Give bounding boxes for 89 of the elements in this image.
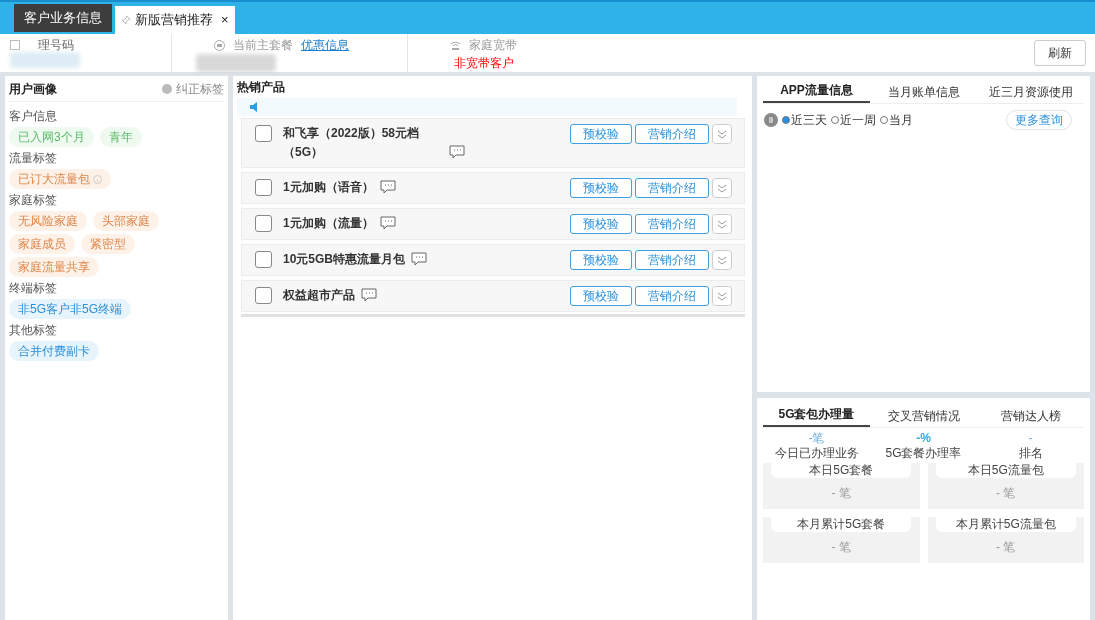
product-name: 1元加购（流量） — [283, 215, 374, 232]
product-name: 权益超市产品 — [283, 287, 355, 304]
radio-option[interactable]: 近三天 — [782, 111, 827, 129]
radio-button[interactable] — [782, 116, 790, 124]
product-name: 1元加购（语音） — [283, 179, 374, 196]
checkbox[interactable] — [255, 251, 272, 268]
group-label: 客户信息 — [9, 108, 58, 125]
intro-button[interactable]: 营销介绍 — [635, 124, 709, 144]
card-value: - 笔 — [831, 485, 851, 502]
expand-icon — [712, 124, 732, 144]
broadband-status: 非宽带客户 — [454, 55, 515, 72]
field-label: 当前主套餐 — [233, 37, 293, 54]
checkbox[interactable] — [255, 287, 272, 304]
stat-label: 今日已办理业务 — [774, 446, 859, 461]
tag: 合并付费副卡 — [9, 341, 99, 361]
expand-icon — [712, 250, 732, 270]
stat-label: 5G套餐办理率 — [885, 446, 962, 461]
card-title: 本月累计5G套餐 — [771, 517, 912, 532]
refresh-button[interactable]: 刷新 — [1034, 40, 1086, 66]
tag: 无风险家庭 — [9, 211, 87, 231]
card-title: 本日5G套餐 — [771, 463, 912, 478]
field-label: 家庭宽带 — [469, 37, 517, 54]
precheck-button[interactable]: 预校验 — [570, 250, 632, 270]
intro-button[interactable]: 营销介绍 — [635, 178, 709, 198]
tab[interactable]: 新版营销推荐 × — [115, 6, 235, 34]
comment-icon — [411, 252, 428, 265]
tag: 家庭成员 — [9, 234, 75, 254]
tag: 家庭流量共享 — [9, 257, 99, 277]
comment-icon — [379, 180, 396, 193]
tag: 已订大流量包 — [9, 169, 111, 189]
checkbox[interactable] — [255, 215, 272, 232]
radio-button[interactable] — [880, 116, 888, 124]
panel-title: 热销产品 — [236, 79, 286, 96]
panel-tab[interactable]: 当月账单信息 — [870, 83, 977, 103]
precheck-button[interactable]: 预校验 — [570, 214, 632, 234]
panel-tab[interactable]: 近三月资源使用 — [977, 83, 1084, 103]
pin-icon — [121, 15, 131, 25]
radio-option[interactable]: 近一周 — [831, 111, 876, 129]
panel-tab[interactable]: 5G套包办理量 — [763, 405, 870, 427]
intro-button[interactable]: 营销介绍 — [635, 250, 709, 270]
plan-icon — [214, 39, 225, 51]
panel-title: 用户画像 — [9, 80, 57, 98]
checkbox[interactable] — [255, 179, 272, 196]
stat-value: -% — [916, 431, 931, 446]
panel-tab[interactable]: 营销达人榜 — [977, 407, 1084, 427]
checkbox[interactable] — [255, 125, 272, 142]
card-title: 本月累计5G流量包 — [935, 517, 1076, 532]
radio-option[interactable]: 当月 — [880, 111, 913, 129]
card-title: 本日5G流量包 — [935, 463, 1076, 478]
precheck-button[interactable]: 预校验 — [570, 178, 632, 198]
wifi-icon — [450, 39, 461, 51]
card-value: - 笔 — [996, 485, 1016, 502]
card-value: - 笔 — [996, 539, 1016, 556]
expand-icon — [712, 214, 732, 234]
tag: 紧密型 — [81, 234, 135, 254]
comment-icon — [361, 288, 377, 301]
precheck-button[interactable]: 预校验 — [570, 286, 632, 306]
pause-icon — [764, 113, 778, 127]
comment-icon — [449, 145, 465, 158]
product-name: 和飞享（2022版）58元档（5G） — [283, 125, 421, 161]
tag: 青年 — [99, 127, 142, 147]
stat-value: -笔 — [808, 431, 825, 446]
intro-button[interactable]: 营销介绍 — [635, 286, 709, 306]
group-label: 家庭标签 — [9, 192, 58, 209]
group-label: 其他标签 — [9, 322, 58, 339]
redacted-value — [10, 52, 80, 68]
tag: 头部家庭 — [93, 211, 159, 231]
tag: 已入网3个月 — [9, 127, 94, 147]
expand-icon — [712, 178, 732, 198]
expand-icon — [712, 286, 732, 306]
panel-tab[interactable]: APP流量信息 — [763, 81, 870, 103]
intro-button[interactable]: 营销介绍 — [635, 214, 709, 234]
correct-tags-link[interactable]: 纠正标签 — [176, 79, 224, 98]
group-label: 流量标签 — [9, 150, 58, 167]
panel-tab[interactable]: 交叉营销情况 — [870, 407, 977, 427]
comment-icon — [379, 216, 396, 229]
precheck-button[interactable]: 预校验 — [570, 124, 632, 144]
offer-link[interactable]: 优惠信息 — [301, 36, 349, 54]
radio-button[interactable] — [831, 116, 839, 124]
close-button[interactable]: × — [221, 10, 229, 30]
stat-value: - — [1028, 431, 1033, 446]
tag: 非5G客户非5G终端 — [9, 299, 131, 319]
stat-label: 排名 — [1018, 446, 1043, 461]
field-label: 理号码 — [38, 37, 74, 54]
card-value: - 笔 — [831, 539, 851, 556]
info-icon — [93, 174, 102, 184]
product-name: 10元5GB特惠流量月包 — [283, 251, 406, 268]
group-label: 终端标签 — [9, 280, 58, 297]
tab[interactable]: 客户业务信息 — [14, 4, 112, 32]
